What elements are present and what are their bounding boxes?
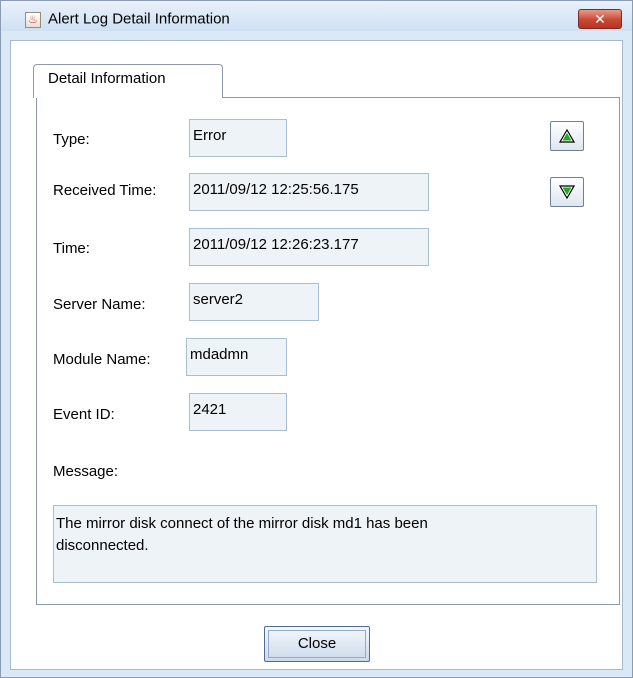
message-line-2: disconnected.	[56, 537, 149, 554]
message-line-1: The mirror disk connect of the mirror di…	[56, 515, 428, 532]
time-field: 2011/09/12 12:26:23.177	[189, 228, 429, 266]
java-app-icon: ♨	[25, 12, 41, 28]
tab-detail-information[interactable]: Detail Information	[33, 64, 223, 98]
server-name-value: server2	[193, 291, 244, 308]
next-alert-button[interactable]	[550, 177, 584, 207]
close-icon: ✕	[594, 11, 606, 27]
server-name-label: Server Name:	[53, 296, 146, 313]
close-button[interactable]: Close	[264, 626, 370, 662]
type-field: Error	[189, 119, 287, 157]
previous-alert-button[interactable]	[550, 121, 584, 151]
type-value: Error	[193, 127, 227, 144]
module-name-field: mdadmn	[186, 338, 287, 376]
window-close-button[interactable]: ✕	[578, 9, 622, 29]
event-id-field: 2421	[189, 393, 287, 431]
message-label: Message:	[53, 463, 119, 480]
time-label: Time:	[53, 240, 90, 257]
type-label: Type:	[53, 131, 90, 148]
event-id-label: Event ID:	[53, 406, 115, 423]
triangle-up-icon	[559, 129, 575, 143]
module-name-label: Module Name:	[53, 351, 151, 368]
title-bar[interactable]: ♨ Alert Log Detail Information ✕	[1, 1, 632, 31]
event-id-value: 2421	[193, 401, 227, 418]
triangle-down-icon	[559, 185, 575, 199]
close-button-label: Close	[297, 635, 337, 652]
module-name-value: mdadmn	[190, 346, 249, 363]
received-time-field: 2011/09/12 12:25:56.175	[189, 173, 429, 211]
received-time-value: 2011/09/12 12:25:56.175	[193, 181, 359, 198]
tab-label: Detail Information	[48, 70, 166, 87]
received-time-label: Received Time:	[53, 182, 157, 199]
server-name-field: server2	[189, 283, 319, 321]
time-value: 2011/09/12 12:26:23.177	[193, 236, 359, 253]
message-text-area[interactable]: The mirror disk connect of the mirror di…	[53, 505, 597, 583]
alert-log-detail-window: ♨ Alert Log Detail Information ✕ Detail …	[0, 0, 633, 678]
window-title: Alert Log Detail Information	[48, 10, 230, 28]
